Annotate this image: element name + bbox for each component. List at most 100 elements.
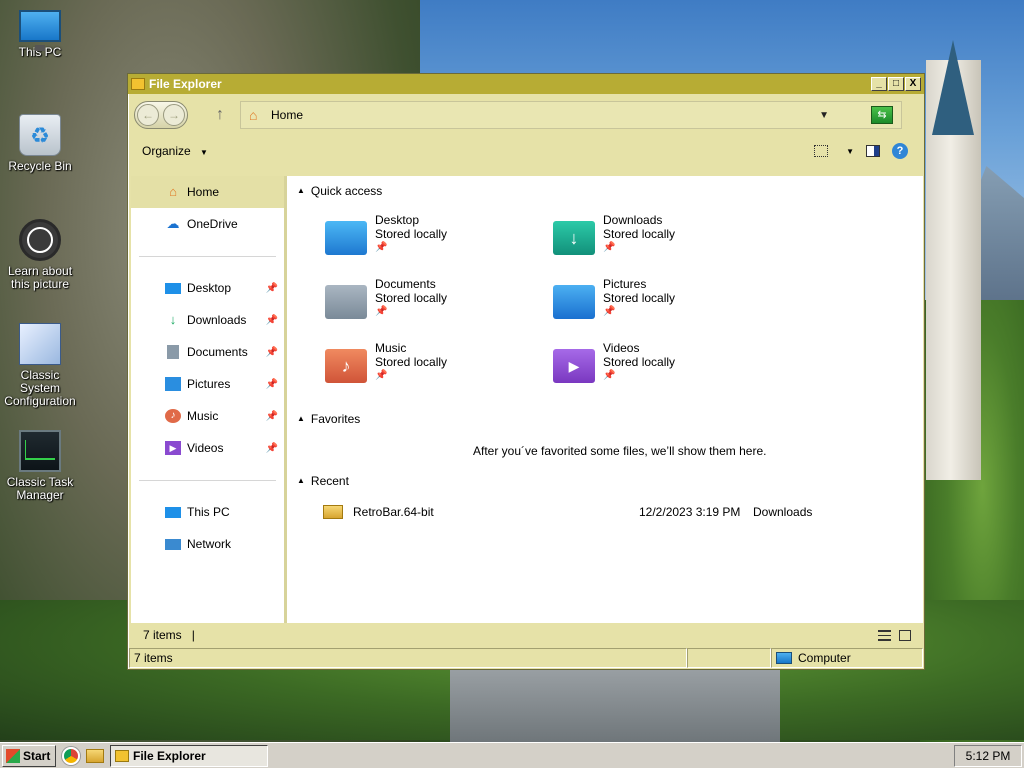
nav-item-network[interactable]: Network <box>131 528 284 560</box>
taskbar-button-label: File Explorer <box>133 748 206 763</box>
nav-item-label: Pictures <box>187 377 231 391</box>
large-icons-view-icon[interactable] <box>899 629 911 641</box>
up-button[interactable]: ↑ <box>208 106 232 124</box>
pin-icon[interactable]: 📌 <box>266 443 278 454</box>
desktop-icon-task-manager[interactable]: Classic Task Manager <box>0 430 80 502</box>
address-path: Home <box>271 108 304 122</box>
nav-item-label: OneDrive <box>187 217 238 231</box>
windows-logo-icon <box>6 748 20 763</box>
item-name: Downloads <box>603 213 663 227</box>
recent-header[interactable]: ▲ Recent <box>297 474 349 488</box>
computer-icon <box>776 652 792 664</box>
selection-caret: | <box>191 628 195 642</box>
status-zone-label: Computer <box>798 651 851 665</box>
recent-file-name: RetroBar.64-bit <box>353 505 434 519</box>
folder-icon <box>131 78 145 90</box>
quick-access-item[interactable]: Desktop Stored locally 📌 <box>325 213 545 273</box>
chevron-down-icon: ▼ <box>200 148 208 157</box>
pin-icon[interactable]: 📌 <box>266 379 278 390</box>
start-button[interactable]: Start <box>2 744 56 767</box>
favorites-header[interactable]: ▲ Favorites <box>297 412 360 426</box>
quick-access-header[interactable]: ▲ Quick access <box>297 184 382 198</box>
item-name: Documents <box>375 277 436 291</box>
pin-icon[interactable]: 📌 <box>266 315 278 326</box>
desktop-folder-icon <box>325 221 367 255</box>
pin-icon[interactable]: 📌 <box>266 347 278 358</box>
folder-icon <box>115 749 129 762</box>
recent-file-date: 12/2/2023 3:19 PM <box>639 505 741 519</box>
quick-access-item[interactable]: ▶ Videos Stored locally 📌 <box>553 341 773 401</box>
file-explorer-quicklaunch-icon[interactable] <box>86 748 104 763</box>
pin-icon[interactable]: 📌 <box>266 283 278 294</box>
desktop-icon-recycle-bin[interactable]: ♻ Recycle Bin <box>0 114 80 173</box>
view-dropdown-icon[interactable]: ▼ <box>846 147 854 156</box>
quick-access-item[interactable]: Pictures Stored locally 📌 <box>553 277 773 337</box>
pin-icon[interactable]: 📌 <box>266 411 278 422</box>
forward-button[interactable]: → <box>163 104 185 126</box>
status-zone: Computer <box>771 648 923 668</box>
content-pane: ▲ Quick access Desktop Stored locally 📌 ↓… <box>287 176 923 623</box>
nav-item-desktop[interactable]: Desktop 📌 <box>131 272 284 304</box>
address-bar[interactable]: ⌂ Home ▼ ⇆ <box>240 101 902 129</box>
video-icon: ▶ <box>165 441 181 455</box>
nav-item-label: Desktop <box>187 281 232 295</box>
minimize-button[interactable]: _ <box>871 77 887 91</box>
system-clock[interactable]: 5:12 PM <box>954 744 1022 767</box>
recent-file-row[interactable]: RetroBar.64-bit 12/2/2023 3:19 PM Downlo… <box>323 503 823 521</box>
chrome-icon[interactable] <box>62 746 80 765</box>
nav-item-label: Music <box>187 409 219 423</box>
quick-access-item[interactable]: ♪ Music Stored locally 📌 <box>325 341 545 401</box>
desktop-icon-this-pc[interactable]: This PC <box>0 10 80 59</box>
details-view-icon[interactable] <box>878 629 891 641</box>
navigation-pane: ⌂ Home ☁ OneDrive Desktop 📌 ↓ Downloads … <box>131 176 287 623</box>
nav-item-pictures[interactable]: Pictures 📌 <box>131 368 284 400</box>
maximize-button[interactable]: □ <box>888 77 904 91</box>
music-folder-icon: ♪ <box>325 349 367 383</box>
taskbar-button-file-explorer[interactable]: File Explorer <box>110 744 268 767</box>
pictures-folder-icon <box>553 285 595 319</box>
item-status: Stored locally <box>375 355 448 369</box>
nav-item-documents[interactable]: Documents 📌 <box>131 336 284 368</box>
recent-file-location: Downloads <box>753 505 813 519</box>
quick-access-item[interactable]: Documents Stored locally 📌 <box>325 277 545 337</box>
preview-pane-icon[interactable] <box>866 145 880 157</box>
help-icon[interactable]: ? <box>892 143 908 159</box>
desktop-icon <box>165 282 181 294</box>
nav-item-label: Network <box>187 537 232 551</box>
download-icon: ↓ <box>169 312 177 327</box>
network-icon <box>165 538 181 550</box>
view-options-icon[interactable] <box>814 145 829 157</box>
refresh-button[interactable]: ⇆ <box>871 106 893 124</box>
quick-access-item[interactable]: ↓ Downloads Stored locally 📌 <box>553 213 773 273</box>
organize-label: Organize <box>142 144 191 158</box>
pin-icon: 📌 <box>603 370 616 381</box>
address-dropdown-icon[interactable]: ▼ <box>819 110 829 121</box>
title-bar[interactable]: File Explorer _ □ X <box>128 74 924 94</box>
item-name: Videos <box>603 341 640 355</box>
nav-item-videos[interactable]: ▶ Videos 📌 <box>131 432 284 464</box>
computer-icon <box>165 506 181 518</box>
cloud-icon: ☁ <box>166 216 180 231</box>
documents-folder-icon <box>325 285 367 319</box>
nav-item-downloads[interactable]: ↓ Downloads 📌 <box>131 304 284 336</box>
collapse-icon: ▲ <box>297 476 305 485</box>
item-status: Stored locally <box>603 227 676 241</box>
videos-folder-icon: ▶ <box>553 349 595 383</box>
nav-item-this-pc[interactable]: This PC <box>131 496 284 528</box>
nav-item-home[interactable]: ⌂ Home <box>131 176 284 208</box>
desktop-icon-system-configuration[interactable]: Classic System Configuration <box>0 323 80 408</box>
item-name: Pictures <box>603 277 647 291</box>
desktop-icon-learn-about-picture[interactable]: Learn about this picture <box>0 219 80 291</box>
close-button[interactable]: X <box>905 77 921 91</box>
back-button[interactable]: ← <box>137 104 159 126</box>
nav-item-label: Home <box>187 185 220 199</box>
camera-icon <box>19 219 61 261</box>
favorites-empty-message: After you´ve favorited some files, we’ll… <box>473 444 767 458</box>
item-name: Music <box>375 341 407 355</box>
nav-item-onedrive[interactable]: ☁ OneDrive <box>131 208 284 240</box>
nav-item-music[interactable]: ♪ Music 📌 <box>131 400 284 432</box>
organize-menu[interactable]: Organize ▼ <box>142 144 814 158</box>
downloads-folder-icon: ↓ <box>553 221 595 255</box>
pin-icon: 📌 <box>375 306 388 317</box>
item-status: Stored locally <box>603 355 676 369</box>
